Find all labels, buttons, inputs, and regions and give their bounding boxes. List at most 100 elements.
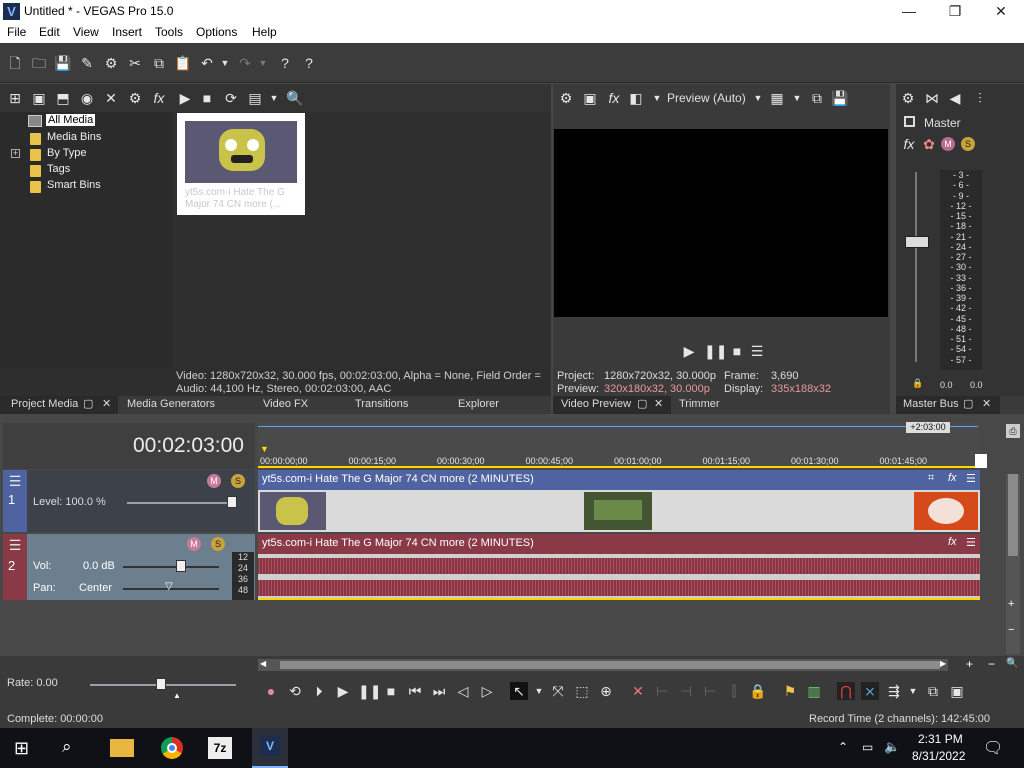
ignore-grouping-icon[interactable]: ▣ [948,682,966,700]
menu-view[interactable]: View [73,25,99,39]
close-master-panel-icon[interactable]: ✕ [982,397,991,410]
video-level-slider[interactable] [127,502,235,504]
video-level-knob[interactable] [227,496,237,508]
tab-explorer[interactable]: Explorer [458,398,499,410]
playhead-marker[interactable] [975,454,987,468]
audio-track-menu-icon[interactable]: ☰ [6,536,24,554]
stop-icon[interactable]: ■ [382,682,400,700]
scroll-left-icon[interactable]: ◀ [260,659,266,668]
audio-clip-menu-icon[interactable]: ☰ [966,536,976,549]
tree-item-smart-bins[interactable]: Smart Bins [47,179,101,191]
menu-help[interactable]: Help [252,25,277,39]
track-height-plus-icon[interactable]: + [1008,598,1014,610]
lock-envelopes-icon[interactable]: 🔒 [749,682,767,700]
timeline-vertical-scrollbar[interactable]: + − [1006,474,1020,654]
next-frame-icon[interactable]: ▷ [478,682,496,700]
audio-clip-fx-icon[interactable]: fx [948,536,957,548]
rate-knob[interactable] [156,678,166,690]
tree-item-all-media[interactable]: All Media [46,114,96,126]
preview-stop-icon[interactable]: ■ [728,342,746,360]
master-fx-icon[interactable]: fx [900,135,918,153]
capture-icon[interactable]: ▣ [30,89,48,107]
tree-item-tags[interactable]: Tags [47,163,70,175]
zoom-tool-icon[interactable]: 🔍 [1006,658,1018,669]
auto-preview-icon[interactable]: ⟳ [222,89,240,107]
menu-file[interactable]: File [7,25,26,39]
play-icon[interactable]: ▶ [334,682,352,700]
import-media-icon[interactable]: ⊞ [6,89,24,107]
audio-clip-header[interactable]: yt5s.com-i Hate The G Major 74 CN more (… [258,534,980,554]
minimize-button[interactable]: — [886,0,932,23]
timeline-horizontal-scrollbar[interactable]: ◀ ▶ [258,659,948,671]
volume-icon[interactable]: 🔈 [884,739,900,755]
clock-time[interactable]: 2:31 PM [918,732,963,746]
maximize-preview-panel-icon[interactable]: ▢ [637,397,647,410]
zoom-out-icon[interactable]: − [988,657,995,671]
network-icon[interactable]: ▭ [862,740,873,754]
tab-media-generators[interactable]: Media Generators [127,398,215,410]
maximize-button[interactable]: ❐ [932,0,978,23]
timeline-options-icon[interactable]: ⎙ [1006,424,1020,438]
auto-ripple-icon[interactable]: ⇶ [885,682,903,700]
tab-trimmer[interactable]: Trimmer [679,398,720,410]
show-hidden-icons-icon[interactable]: ⌃ [838,740,848,754]
overlays-grid-icon[interactable]: ▦ [768,89,786,107]
close-button[interactable]: ✕ [978,0,1024,23]
tree-item-media-bins[interactable]: Media Bins [47,131,101,143]
selection-tool-icon[interactable]: ⬚ [573,682,591,700]
remove-media-icon[interactable]: ✕ [102,89,120,107]
audio-track-header[interactable]: ☰ 2 M S Vol: 0.0 dB Pan: Center ▽ [3,534,255,600]
file-explorer-icon[interactable] [110,739,134,757]
split-dropdown-icon[interactable]: ▼ [648,89,666,107]
windows-start-icon[interactable]: ⊞ [14,738,29,759]
tab-video-fx[interactable]: Video FX [263,398,308,410]
auto-ripple-dropdown-icon[interactable]: ▼ [904,682,922,700]
video-mute-icon[interactable]: M [207,474,221,488]
track-height-minus-icon[interactable]: − [1008,624,1014,636]
menu-insert[interactable]: Insert [112,25,142,39]
redo-icon[interactable]: ↷ [236,54,254,72]
dim-output-icon[interactable]: ◀ [946,89,964,107]
notifications-icon[interactable]: 🗨 [983,738,1003,758]
paste-icon[interactable]: 📋 [174,54,192,72]
preview-quality-dropdown-icon[interactable]: ▼ [749,89,767,107]
views-dropdown-icon[interactable]: ▼ [265,89,283,107]
trim-end-icon[interactable]: ⊢ [701,682,719,700]
menu-edit[interactable]: Edit [39,25,60,39]
open-folder-icon[interactable]: 🗀 [30,54,48,72]
audio-mute-icon[interactable]: M [187,537,201,551]
web-media-icon[interactable]: ◉ [78,89,96,107]
trim-start-icon[interactable]: ⊣ [677,682,695,700]
overlays-dropdown-icon[interactable]: ▼ [788,89,806,107]
envelope-tool-icon[interactable]: ⤧ [549,682,567,700]
snapping-icon[interactable]: ⋂ [837,682,855,700]
scroll-right-icon[interactable]: ▶ [940,659,946,668]
vegas-taskbar-button[interactable]: V [252,728,288,768]
play-from-start-icon[interactable]: ⏵ [310,682,328,700]
video-track-lane[interactable]: yt5s.com-i Hate The G Major 74 CN more (… [258,470,980,532]
media-properties-icon[interactable]: ⚙ [126,89,144,107]
auto-crossfade-icon[interactable]: ⨯ [861,682,879,700]
volume-knob[interactable] [176,560,186,572]
close-preview-panel-icon[interactable]: ✕ [654,397,663,410]
tree-item-by-type[interactable]: By Type [47,147,87,159]
zoom-edit-tool-icon[interactable]: ⊕ [597,682,615,700]
media-thumbnail-card[interactable]: yt5s.com-i Hate The G Major 74 CN more (… [177,113,305,215]
media-fx-icon[interactable]: fx [150,89,168,107]
preview-settings-icon[interactable]: ⚙ [557,89,575,107]
get-media-icon[interactable]: ⬒ [54,89,72,107]
previous-frame-icon[interactable]: ◁ [454,682,472,700]
insert-region-icon[interactable]: ▥ [805,682,823,700]
preview-pause-icon[interactable]: ❚❚ [704,342,727,360]
external-monitor-icon[interactable]: ▣ [581,89,599,107]
trim-icon[interactable]: ⊢ [653,682,671,700]
save-icon[interactable]: 💾 [54,54,72,72]
pause-icon[interactable]: ❚❚ [358,682,381,700]
copy-icon[interactable]: ⧉ [150,54,168,72]
split-icon[interactable]: ⫿ [725,682,743,700]
menu-tools[interactable]: Tools [155,25,183,39]
solo-icon[interactable]: S [961,137,975,151]
close-panel-icon[interactable]: ✕ [102,397,111,410]
views-icon[interactable]: ▤ [246,89,264,107]
tab-master-bus[interactable]: Master Bus [903,398,959,410]
